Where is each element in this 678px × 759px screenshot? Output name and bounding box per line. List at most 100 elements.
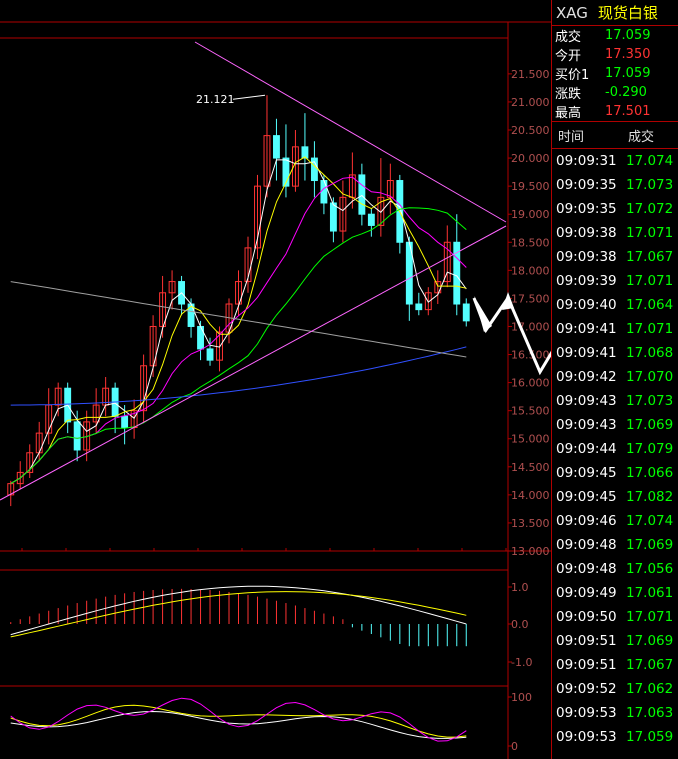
tick-time: 09:09:45 xyxy=(556,465,617,481)
candle-body xyxy=(121,415,129,429)
quote-value: 17.350 xyxy=(605,47,651,62)
tick-price: 17.069 xyxy=(626,417,674,433)
ticks-time-header: 时间 xyxy=(558,129,585,145)
candle-body xyxy=(320,180,328,204)
y-tick-label: 21.500 xyxy=(511,68,550,81)
kdj-tick-label: 100 xyxy=(511,691,532,704)
tick-row: 09:09:35 17.072 xyxy=(552,197,678,221)
tick-time: 09:09:39 xyxy=(556,273,617,289)
ticks-header: 时间 成交 xyxy=(552,122,678,149)
tick-row: 09:09:43 17.073 xyxy=(552,389,678,413)
tick-price: 17.082 xyxy=(626,489,674,505)
symbol-header: XAG 现货白银 xyxy=(552,0,678,26)
y-tick-label: 18.000 xyxy=(511,264,550,277)
quote-row: 买价1 17.059 xyxy=(552,64,678,83)
quote-value: 17.059 xyxy=(605,28,651,43)
tick-row: 09:09:38 17.071 xyxy=(552,221,678,245)
quote-row: 涨跌 -0.290 xyxy=(552,83,678,102)
tick-row: 09:09:53 17.063 xyxy=(552,701,678,725)
tick-price: 17.071 xyxy=(626,225,674,241)
candle-body xyxy=(206,348,214,361)
y-tick-label: 17.000 xyxy=(511,320,550,333)
macd-tick-label: -1.0 xyxy=(511,656,532,669)
tick-time: 09:09:50 xyxy=(556,609,617,625)
tick-time: 09:09:38 xyxy=(556,225,617,241)
tick-row: 09:09:45 17.082 xyxy=(552,485,678,509)
tick-row: 09:09:44 17.079 xyxy=(552,437,678,461)
y-tick-label: 17.500 xyxy=(511,292,550,305)
y-tick-label: 19.500 xyxy=(511,180,550,193)
tick-price: 17.072 xyxy=(626,201,674,217)
tick-row: 09:09:50 17.071 xyxy=(552,605,678,629)
macd-tick-label: 0.0 xyxy=(511,618,529,631)
tick-row: 09:09:39 17.071 xyxy=(552,269,678,293)
quote-panel: XAG 现货白银 成交 17.059 今开 17.350 买价1 17.059 涨跌 -0.2… xyxy=(551,0,678,759)
tick-price: 17.061 xyxy=(626,585,674,601)
tick-price: 17.070 xyxy=(626,369,674,385)
quote-list: 成交 17.059 今开 17.350 买价1 17.059 涨跌 -0.290 最高 17.50… xyxy=(552,26,678,122)
tick-time: 09:09:53 xyxy=(556,705,617,721)
tick-row: 09:09:46 17.074 xyxy=(552,509,678,533)
tick-row: 09:09:45 17.066 xyxy=(552,461,678,485)
quote-row: 最高 17.501 xyxy=(552,102,678,121)
tick-time: 09:09:35 xyxy=(556,177,617,193)
quote-value: 17.501 xyxy=(605,104,651,119)
y-tick-label: 21.000 xyxy=(511,96,550,109)
upper-trendline xyxy=(194,41,507,223)
macd-tick-label: 1.0 xyxy=(511,581,529,594)
tick-price: 17.071 xyxy=(626,273,674,289)
y-tick-label: 15.000 xyxy=(511,433,550,446)
tick-row: 09:09:42 17.070 xyxy=(552,365,678,389)
high-marker-line xyxy=(232,94,266,100)
tick-row: 09:09:41 17.068 xyxy=(552,341,678,365)
candle-body xyxy=(329,202,337,232)
y-tick-label: 16.000 xyxy=(511,377,550,390)
tick-time: 09:09:41 xyxy=(556,321,617,337)
tick-price: 17.069 xyxy=(626,633,674,649)
high-annotation: 21.121 xyxy=(196,93,235,106)
quote-label: 涨跌 xyxy=(555,87,582,102)
quote-value: -0.290 xyxy=(605,85,647,100)
candle-body xyxy=(367,213,375,226)
candle-body xyxy=(415,303,423,311)
tick-price: 17.063 xyxy=(626,705,674,721)
tick-time: 09:09:46 xyxy=(556,513,617,529)
tick-row: 09:09:48 17.056 xyxy=(552,557,678,581)
tick-price: 17.062 xyxy=(626,681,674,697)
quote-label: 最高 xyxy=(555,106,582,121)
lower-trendline xyxy=(0,225,507,501)
tick-row: 09:09:51 17.067 xyxy=(552,653,678,677)
quote-label: 今开 xyxy=(555,49,582,64)
candle-body xyxy=(358,174,366,215)
tick-row: 09:09:53 17.059 xyxy=(552,725,678,749)
tick-time: 09:09:51 xyxy=(556,633,617,649)
tick-time: 09:09:42 xyxy=(556,369,617,385)
tick-price: 17.059 xyxy=(626,729,674,745)
tick-time: 09:09:43 xyxy=(556,393,617,409)
tick-time: 09:09:43 xyxy=(556,417,617,433)
tick-time: 09:09:31 xyxy=(556,153,617,169)
tick-row: 09:09:48 17.069 xyxy=(552,533,678,557)
tick-time: 09:09:45 xyxy=(556,489,617,505)
tick-price: 17.068 xyxy=(626,345,674,361)
quote-label: 成交 xyxy=(555,30,582,45)
tick-price: 17.079 xyxy=(626,441,674,457)
tick-price: 17.073 xyxy=(626,177,674,193)
tick-row: 09:09:43 17.069 xyxy=(552,413,678,437)
tick-time: 09:09:51 xyxy=(556,657,617,673)
quote-label: 买价1 xyxy=(555,68,590,83)
tick-time: 09:09:41 xyxy=(556,345,617,361)
tick-row: 09:09:38 17.067 xyxy=(552,245,678,269)
kdj-tick-label: 0 xyxy=(511,740,518,753)
ma-line-blue xyxy=(10,346,467,406)
tick-row: 09:09:31 17.074 xyxy=(552,149,678,173)
tick-price: 17.071 xyxy=(626,321,674,337)
candle-body xyxy=(273,135,280,159)
candle-body xyxy=(462,303,470,322)
quote-value: 17.059 xyxy=(605,66,651,81)
tick-time: 09:09:48 xyxy=(556,561,617,577)
quote-row: 今开 17.350 xyxy=(552,45,678,64)
candle-body xyxy=(73,421,81,451)
tick-price: 17.074 xyxy=(626,153,674,169)
tick-price: 17.067 xyxy=(626,657,674,673)
